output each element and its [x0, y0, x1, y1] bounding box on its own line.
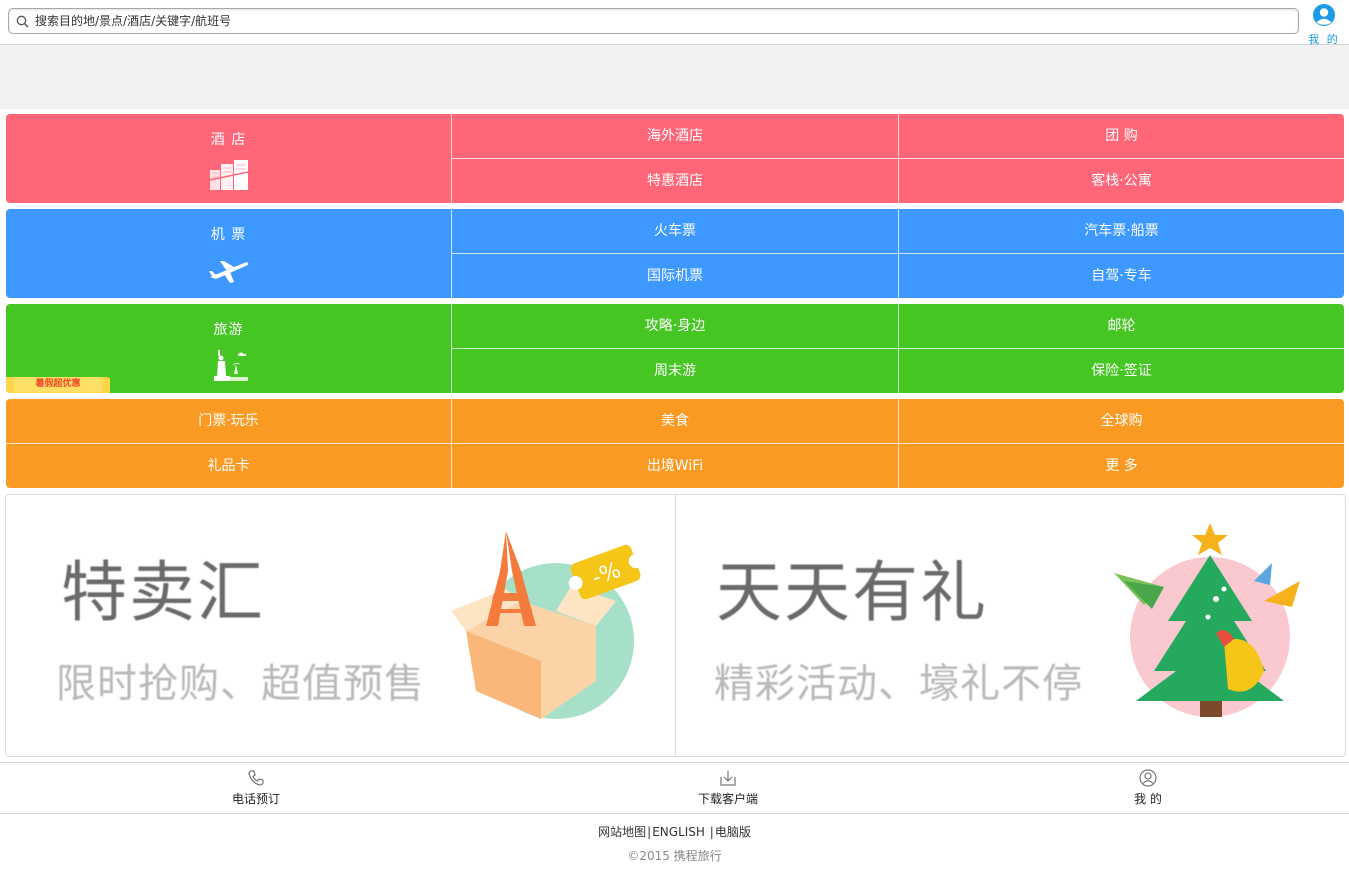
- ad-placeholder: [0, 45, 1349, 109]
- banner-daily-gifts[interactable]: 天天有礼 精彩活动、壕礼不停: [676, 495, 1345, 756]
- user-icon: [1139, 769, 1157, 787]
- search-box[interactable]: [8, 8, 1299, 34]
- link-guides-nearby[interactable]: 攻略·身边: [452, 304, 898, 348]
- hotel-main-button[interactable]: 酒 店: [6, 114, 451, 203]
- banner-flash-sale-title: 特卖汇: [61, 554, 265, 631]
- summer-promo-badge: 暑假超优惠: [6, 377, 110, 393]
- search-icon: [9, 9, 35, 33]
- promo-banners: 特卖汇 限时抢购、超值预售 -% 天天有礼 精彩活动、壕礼不停: [5, 494, 1346, 757]
- banner-flash-sale[interactable]: 特卖汇 限时抢购、超值预售 -%: [6, 495, 675, 756]
- link-insurance-visa[interactable]: 保险·签证: [899, 349, 1344, 393]
- link-overseas-hotel[interactable]: 海外酒店: [452, 114, 898, 158]
- link-train-tickets[interactable]: 火车票: [452, 209, 898, 253]
- link-cruise[interactable]: 邮轮: [899, 304, 1344, 348]
- link-discount-hotel[interactable]: 特惠酒店: [452, 159, 898, 203]
- hotel-building-icon: [209, 160, 249, 190]
- my-profile-label: 我 的: [1134, 792, 1162, 806]
- link-overseas-wifi[interactable]: 出境WiFi: [452, 444, 898, 488]
- hotel-title: 酒 店: [210, 132, 247, 148]
- link-inn-apartment[interactable]: 客栈·公寓: [899, 159, 1344, 203]
- category-more: 门票·玩乐 美食 全球购 礼品卡 出境WiFi 更 多: [6, 399, 1344, 488]
- airplane-icon: [209, 261, 249, 283]
- my-profile-button[interactable]: 我 的: [1088, 769, 1208, 807]
- category-travel: 旅游 暑假超优惠 攻略·身边 邮轮 周末游 保险·签证: [6, 304, 1344, 393]
- download-app-button[interactable]: 下载客户端: [668, 769, 788, 807]
- link-group-buy[interactable]: 团 购: [899, 114, 1344, 158]
- category-hotel: 酒 店 海外酒店 团 购 特惠酒店 客栈·公寓: [6, 114, 1344, 203]
- footer-links: 网站地图|ENGLISH |电脑版: [598, 825, 751, 839]
- my-account-button[interactable]: 我 的: [1305, 4, 1343, 46]
- category-flight: 机 票 火车票 汽车票·船票 国际机票 自驾·专车: [6, 209, 1344, 298]
- search-input[interactable]: [35, 10, 1275, 32]
- download-app-label: 下载客户端: [697, 792, 758, 806]
- link-more[interactable]: 更 多: [899, 444, 1344, 488]
- summer-promo-label: 暑假超优惠: [14, 377, 102, 392]
- link-sitemap[interactable]: 网站地图: [598, 825, 646, 839]
- top-bar: 我 的: [0, 0, 1349, 46]
- link-car-rental[interactable]: 自驾·专车: [899, 254, 1344, 298]
- link-global-shopping[interactable]: 全球购: [899, 399, 1344, 443]
- statue-of-liberty-icon: [214, 350, 248, 381]
- link-english[interactable]: ENGLISH: [652, 825, 705, 839]
- christmas-tree-icon: [1114, 523, 1300, 717]
- phone-icon: [248, 770, 264, 786]
- flight-main-button[interactable]: 机 票: [6, 209, 451, 298]
- flight-title: 机 票: [210, 227, 247, 243]
- link-desktop-version[interactable]: 电脑版: [715, 825, 751, 839]
- banner-daily-gifts-subtitle: 精彩活动、壕礼不停: [714, 661, 1083, 707]
- banner-flash-sale-subtitle: 限时抢购、超值预售: [56, 661, 425, 707]
- user-icon: [1313, 4, 1335, 26]
- copyright: ©2015 携程旅行: [627, 849, 722, 863]
- link-bus-ship-tickets[interactable]: 汽车票·船票: [899, 209, 1344, 253]
- link-international-flights[interactable]: 国际机票: [452, 254, 898, 298]
- link-gift-card[interactable]: 礼品卡: [6, 444, 451, 488]
- phone-booking-label: 电话预订: [231, 792, 280, 806]
- download-icon: [720, 771, 736, 786]
- gift-box-eiffel-icon: -%: [451, 531, 641, 719]
- link-tickets-fun[interactable]: 门票·玩乐: [6, 399, 451, 443]
- link-food[interactable]: 美食: [452, 399, 898, 443]
- link-weekend-trips[interactable]: 周末游: [452, 349, 898, 393]
- travel-main-button[interactable]: 旅游 暑假超优惠: [6, 304, 451, 393]
- travel-title: 旅游: [213, 322, 244, 338]
- banner-daily-gifts-title: 天天有礼: [716, 554, 988, 631]
- phone-booking-button[interactable]: 电话预订: [196, 769, 316, 807]
- bottom-action-bar: 电话预订 下载客户端 我 的: [0, 762, 1349, 814]
